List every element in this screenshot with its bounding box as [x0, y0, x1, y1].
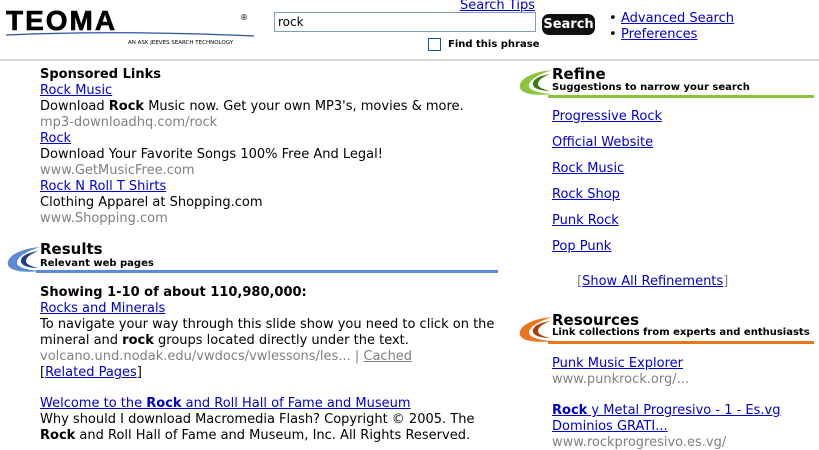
svg-text:®: ®	[240, 13, 248, 22]
related-pages-link[interactable]: Related Pages	[45, 365, 137, 380]
refine-link[interactable]: Progressive Rock	[552, 109, 662, 124]
resource-link[interactable]: Rock y Metal Progresivo - 1 - Es.vg	[552, 403, 781, 418]
result-snippet: mineral and rock groups located directly…	[40, 333, 409, 348]
search-button[interactable]: Search	[542, 14, 595, 35]
bullet-icon: •	[609, 11, 617, 26]
sponsored-description: Download Your Favorite Songs 100% Free A…	[40, 147, 383, 162]
related-pages-row: [Related Pages]	[40, 365, 142, 380]
sponsored-heading: Sponsored Links	[40, 67, 161, 82]
results-count: Showing 1-10 of about 110,980,000:	[40, 285, 307, 300]
sponsored-description: Download Rock Music now. Get your own MP…	[40, 99, 464, 114]
advanced-search-link[interactable]: Advanced Search	[621, 11, 734, 26]
teoma-logo[interactable]: TEOMA ® AN ASK JEEVES SEARCH TECHNOLOGY	[4, 5, 256, 46]
teoma-logo-graphic: TEOMA ® AN ASK JEEVES SEARCH TECHNOLOGY	[6, 5, 255, 46]
refine-title: Refine	[552, 65, 606, 83]
result-title-link[interactable]: Rocks and Minerals	[40, 301, 165, 316]
sponsored-link-title[interactable]: Rock N Roll T Shirts	[40, 179, 166, 194]
show-all-refinements-row: [Show All Refinements]	[577, 274, 729, 289]
resource-link-continued[interactable]: Dominios GRATI...	[552, 419, 668, 434]
result-snippet: Rock and Roll Hall of Fame and Museum, I…	[40, 428, 471, 443]
resources-underline	[548, 341, 814, 344]
find-phrase-label: Find this phrase	[448, 39, 540, 50]
logo-tagline: AN ASK JEEVES SEARCH TECHNOLOGY	[128, 40, 234, 46]
results-title: Results	[40, 240, 103, 258]
search-input[interactable]	[274, 12, 536, 32]
sponsored-url: www.GetMusicFree.com	[40, 163, 195, 178]
refine-link[interactable]: Official Website	[552, 135, 653, 150]
bullet-icon: •	[609, 27, 617, 42]
refine-subtitle: Suggestions to narrow your search	[552, 82, 750, 93]
result-url-row: volcano.und.nodak.edu/vwdocs/vwlessons/l…	[40, 349, 413, 364]
sponsored-url: www.Shopping.com	[40, 211, 168, 226]
refine-link[interactable]: Rock Music	[552, 161, 624, 176]
result-title-link[interactable]: Welcome to the Rock and Roll Hall of Fam…	[40, 396, 411, 411]
cached-link[interactable]: Cached	[363, 349, 412, 364]
result-snippet: To navigate your way through this slide …	[40, 317, 495, 332]
result-snippet: Why should I download Macromedia Flash? …	[40, 412, 475, 427]
resource-link[interactable]: Punk Music Explorer	[552, 356, 683, 371]
svg-text:TEOMA: TEOMA	[6, 6, 117, 36]
sponsored-description: Clothing Apparel at Shopping.com	[40, 195, 263, 210]
preferences-link[interactable]: Preferences	[621, 27, 697, 42]
header-divider	[0, 59, 819, 61]
results-subtitle: Relevant web pages	[40, 258, 154, 269]
resource-url: www.punkrock.org/...	[552, 372, 690, 387]
refine-link[interactable]: Rock Shop	[552, 187, 620, 202]
refine-link[interactable]: Punk Rock	[552, 213, 619, 228]
sponsored-link-title[interactable]: Rock	[40, 131, 71, 146]
result-url: volcano.und.nodak.edu/vwdocs/vwlessons/l…	[40, 349, 351, 364]
search-tips-link[interactable]: Search Tips	[460, 0, 535, 13]
resources-subtitle: Link collections from experts and enthus…	[552, 327, 810, 338]
refine-link[interactable]: Pop Punk	[552, 239, 611, 254]
results-underline	[36, 270, 498, 273]
resource-url: www.rockprogresivo.es.vg/	[552, 435, 727, 450]
sponsored-url: mp3-downloadhq.com/rock	[40, 115, 218, 130]
show-all-refinements-link[interactable]: Show All Refinements	[582, 274, 723, 289]
refine-underline	[548, 95, 814, 98]
sponsored-link-title[interactable]: Rock Music	[40, 83, 112, 98]
find-phrase-checkbox[interactable]	[428, 38, 441, 51]
